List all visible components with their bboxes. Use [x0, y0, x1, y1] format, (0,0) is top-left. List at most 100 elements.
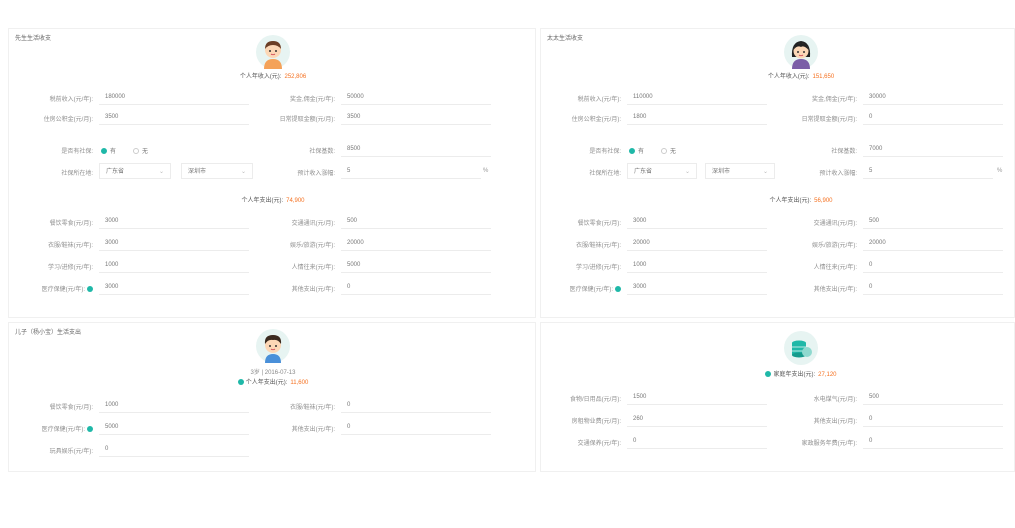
- woman-avatar-icon: [784, 35, 818, 69]
- husband-city-select[interactable]: 深圳市 ⌄: [181, 163, 253, 179]
- wife-city-select[interactable]: 深圳市 ⌄: [705, 163, 775, 179]
- info-icon[interactable]: [615, 286, 621, 292]
- wife-medical-input[interactable]: 3000: [627, 279, 767, 295]
- husband-income-value: 252,806: [284, 74, 307, 80]
- wife-clothes-label: 衣服/鞋袜(元/年):: [576, 243, 621, 249]
- wife-housing-input[interactable]: 1800: [627, 109, 767, 125]
- wife-study-label: 学习/进修(元/年):: [576, 265, 621, 271]
- husband-expense-label: 个人年支出(元):: [241, 198, 284, 204]
- son-expense-value: 11,600: [290, 380, 309, 386]
- husband-social-base-input[interactable]: 8500: [341, 141, 491, 157]
- husband-avatar: [256, 35, 290, 69]
- family-other-label: 其他支出(元/月):: [813, 419, 857, 425]
- wife-medical-label: 医疗保健(元/年):: [541, 284, 621, 293]
- boy-avatar-icon: [256, 329, 290, 363]
- wife-income-value: 151,650: [812, 74, 835, 80]
- wife-province-select[interactable]: 广东省 ⌄: [627, 163, 697, 179]
- son-toys-input[interactable]: 0: [99, 441, 249, 457]
- husband-location-label: 社保所在地:: [61, 171, 93, 177]
- husband-bonus-input[interactable]: 50000: [341, 89, 491, 105]
- wife-food-input[interactable]: 3000: [627, 213, 767, 229]
- wife-housing-label: 住房公积金(元/月):: [571, 117, 621, 123]
- son-expense-summary: 个人年支出(元): 11,600: [215, 377, 331, 386]
- wife-location-label: 社保所在地:: [589, 171, 621, 177]
- husband-other-input[interactable]: 0: [341, 279, 491, 295]
- husband-clothes-input[interactable]: 3000: [99, 235, 249, 251]
- family-nanny-input[interactable]: 0: [863, 433, 1003, 449]
- wife-transport-label: 交通通讯(元/月):: [813, 221, 857, 227]
- wife-fun-label: 娱乐/旅游(元/年):: [812, 243, 857, 249]
- husband-transport-input[interactable]: 500: [341, 213, 491, 229]
- son-other-label: 其他支出(元/年):: [291, 427, 335, 433]
- man-avatar-icon: [256, 35, 290, 69]
- expense-icon: [237, 379, 244, 385]
- husband-pretax-label: 税前收入(元/年):: [49, 97, 93, 103]
- wife-growth-input[interactable]: 5: [863, 163, 993, 179]
- family-other-input[interactable]: 0: [863, 411, 1003, 427]
- radio-unchecked-icon: [133, 148, 139, 154]
- family-property-input[interactable]: 260: [627, 411, 767, 427]
- wife-other-input[interactable]: 0: [863, 279, 1003, 295]
- son-panel: 儿子（杨小宝）生活支出 3岁 | 2016-07-13 个人年支出(元): 11,…: [8, 322, 536, 472]
- wife-growth-unit: %: [997, 168, 1003, 174]
- husband-pretax-input[interactable]: 180000: [99, 89, 249, 105]
- info-icon[interactable]: [87, 286, 93, 292]
- son-medical-input[interactable]: 5000: [99, 419, 249, 435]
- son-other-input[interactable]: 0: [341, 419, 491, 435]
- husband-growth-input[interactable]: 5: [341, 163, 481, 179]
- husband-deduct-input[interactable]: 3500: [341, 109, 491, 125]
- chevron-down-icon: ⌄: [762, 169, 768, 175]
- son-clothes-label: 衣服/鞋袜(元/年):: [290, 405, 335, 411]
- wife-pretax-input[interactable]: 110000: [627, 89, 767, 105]
- family-expense-label: 家庭年支出(元):: [773, 372, 816, 378]
- husband-province-select[interactable]: 广东省 ⌄: [99, 163, 171, 179]
- coins-icon: [784, 331, 818, 365]
- wife-fun-input[interactable]: 20000: [863, 235, 1003, 251]
- info-icon[interactable]: [87, 426, 93, 432]
- family-utility-input[interactable]: 500: [863, 389, 1003, 405]
- husband-other-label: 其他支出(元/年):: [291, 287, 335, 293]
- husband-transport-label: 交通通讯(元/月):: [291, 221, 335, 227]
- family-property-label: 房租物业费(元/月):: [571, 419, 621, 425]
- husband-medical-input[interactable]: 3000: [99, 279, 249, 295]
- husband-fun-input[interactable]: 20000: [341, 235, 491, 251]
- wife-deduct-input[interactable]: 0: [863, 109, 1003, 125]
- family-daily-input[interactable]: 1500: [627, 389, 767, 405]
- son-food-label: 餐饮零食(元/月):: [49, 405, 93, 411]
- wife-social-yes[interactable]: 有: [629, 146, 644, 155]
- wife-bonus-input[interactable]: 30000: [863, 89, 1003, 105]
- son-toys-label: 玩具娱乐(元/年):: [49, 449, 93, 455]
- wife-pretax-label: 税前收入(元/年):: [577, 97, 621, 103]
- wife-income-label: 个人年收入(元):: [767, 74, 810, 80]
- wife-panel: 太太生活收支 个人年收入(元): 151,650 税前收入(元/年): 11000…: [540, 28, 1015, 318]
- husband-social-yes[interactable]: 有: [101, 146, 116, 155]
- husband-gift-input[interactable]: 5000: [341, 257, 491, 273]
- wife-gift-input[interactable]: 0: [863, 257, 1003, 273]
- husband-bonus-label: 奖金,佣金(元/年):: [290, 97, 335, 103]
- family-vehicle-label: 交通保养(元/年):: [577, 441, 621, 447]
- wife-study-input[interactable]: 1000: [627, 257, 767, 273]
- husband-study-input[interactable]: 1000: [99, 257, 249, 273]
- radio-unchecked-icon: [661, 148, 667, 154]
- wife-deduct-label: 日常提取金额(元/月):: [801, 117, 857, 123]
- son-clothes-input[interactable]: 0: [341, 397, 491, 413]
- husband-food-input[interactable]: 3000: [99, 213, 249, 229]
- husband-income-summary: 个人年收入(元): 252,806: [223, 71, 323, 80]
- husband-growth-unit: %: [483, 168, 489, 174]
- wife-clothes-input[interactable]: 20000: [627, 235, 767, 251]
- wife-expense-label: 个人年支出(元):: [769, 198, 812, 204]
- wife-transport-input[interactable]: 500: [863, 213, 1003, 229]
- expense-icon: [765, 371, 772, 377]
- family-vehicle-input[interactable]: 0: [627, 433, 767, 449]
- family-expense-value: 27,120: [818, 372, 837, 378]
- husband-housing-input[interactable]: 3500: [99, 109, 249, 125]
- husband-fun-label: 娱乐/旅游(元/年):: [290, 243, 335, 249]
- husband-study-label: 学习/进修(元/年):: [48, 265, 93, 271]
- wife-other-label: 其他支出(元/年):: [813, 287, 857, 293]
- wife-social-base-label: 社保基数:: [831, 149, 857, 155]
- husband-social-no[interactable]: 无: [133, 146, 148, 155]
- husband-deduct-label: 日常提取金额(元/月):: [279, 117, 335, 123]
- wife-social-no[interactable]: 无: [661, 146, 676, 155]
- son-food-input[interactable]: 1000: [99, 397, 249, 413]
- wife-social-base-input[interactable]: 7000: [863, 141, 1003, 157]
